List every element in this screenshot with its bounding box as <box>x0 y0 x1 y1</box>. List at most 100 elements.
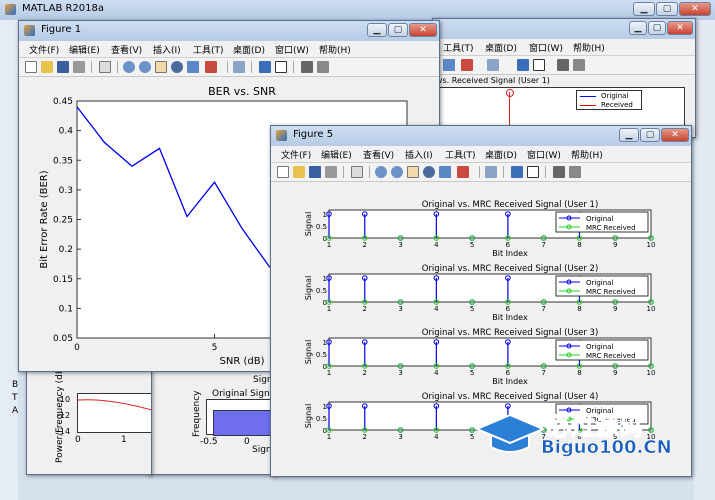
stem-xtick-label: 4 <box>434 369 439 377</box>
menu-tools[interactable]: 工具(T) <box>445 148 476 161</box>
received-close-button[interactable]: ✕ <box>667 21 693 35</box>
open-file-icon[interactable] <box>41 61 53 73</box>
stem-xtick-label: 4 <box>434 241 439 249</box>
legend-text-received: Received <box>601 101 633 109</box>
show-tools-icon[interactable] <box>317 61 329 73</box>
edit-plot-icon[interactable] <box>99 61 111 73</box>
menu-window[interactable]: 窗口(W) <box>527 148 561 161</box>
stem-title: Original vs. MRC Received Signal (User 2… <box>422 264 599 274</box>
print-icon[interactable] <box>73 61 85 73</box>
zoom-out-icon[interactable] <box>391 166 403 178</box>
stem-xtick-label: 10 <box>647 305 656 313</box>
menu-help[interactable]: 帮助(H) <box>573 41 605 54</box>
hide-tools-icon[interactable] <box>553 166 565 178</box>
data-cursor-icon[interactable] <box>439 166 451 178</box>
hide-tools-icon[interactable] <box>301 61 313 73</box>
menu-tools[interactable]: 工具(T) <box>193 43 224 56</box>
stem-legend-text-original: Original <box>586 343 613 351</box>
menu-edit[interactable]: 编辑(E) <box>321 148 352 161</box>
colorbar-icon[interactable] <box>517 59 529 71</box>
matlab-minimize-button[interactable]: ▁ <box>633 2 655 16</box>
menu-tools[interactable]: 工具(T) <box>443 41 474 54</box>
figure1-title: Figure 1 <box>41 24 82 35</box>
save-icon[interactable] <box>309 166 321 178</box>
menu-window[interactable]: 窗口(W) <box>275 43 309 56</box>
menu-edit[interactable]: 编辑(E) <box>69 43 100 56</box>
link-icon[interactable] <box>233 61 245 73</box>
psd-axes <box>77 393 151 433</box>
toolbar-separator <box>117 61 118 73</box>
new-figure-icon[interactable] <box>25 61 37 73</box>
toolbar-separator <box>369 166 370 178</box>
menu-desktop[interactable]: 桌面(D) <box>233 43 265 56</box>
colorbar-icon[interactable] <box>259 61 271 73</box>
stem-xtick-label: 5 <box>470 241 474 249</box>
figure5-maximize-button[interactable]: ▢ <box>640 128 660 142</box>
menu-view[interactable]: 查看(V) <box>363 148 394 161</box>
pan-icon[interactable] <box>155 61 167 73</box>
open-file-icon[interactable] <box>293 166 305 178</box>
legend-icon[interactable] <box>533 59 545 71</box>
watermark-url: Biguo100.CN <box>541 437 672 459</box>
legend-icon[interactable] <box>275 61 287 73</box>
hide-tools-icon[interactable] <box>557 59 569 71</box>
zoom-in-icon[interactable] <box>375 166 387 178</box>
figure1-minimize-button[interactable]: ▁ <box>367 23 387 37</box>
toolbar-separator <box>343 166 344 178</box>
show-tools-icon[interactable] <box>569 166 581 178</box>
stem-ylabel: Signal <box>304 340 313 365</box>
stem-legend-text-received: MRC Received <box>586 352 636 360</box>
figure-icon <box>276 130 287 141</box>
menu-insert[interactable]: 插入(I) <box>153 43 181 56</box>
received-maximize-button[interactable]: ▢ <box>648 21 666 35</box>
menu-help[interactable]: 帮助(H) <box>319 43 351 56</box>
figure1-close-button[interactable]: ✕ <box>409 23 437 37</box>
zoom-in-icon[interactable] <box>123 61 135 73</box>
menu-window[interactable]: 窗口(W) <box>529 41 563 54</box>
brush-icon[interactable] <box>457 166 469 178</box>
menu-help[interactable]: 帮助(H) <box>571 148 603 161</box>
figure5-minimize-button[interactable]: ▁ <box>619 128 639 142</box>
link-icon[interactable] <box>485 166 497 178</box>
rotate-icon[interactable] <box>423 166 435 178</box>
menu-file[interactable]: 文件(F) <box>29 43 59 56</box>
stem-xtick-label: 7 <box>541 305 545 313</box>
stem-xtick-label: 5 <box>470 305 474 313</box>
received-minimize-button[interactable]: ▁ <box>629 21 647 35</box>
link-icon[interactable] <box>487 59 499 71</box>
ber-title: BER vs. SNR <box>208 85 276 98</box>
legend-icon[interactable] <box>527 166 539 178</box>
toolbar-separator <box>479 166 480 178</box>
zoom-out-icon[interactable] <box>139 61 151 73</box>
data-cursor-icon[interactable] <box>443 59 455 71</box>
menu-view[interactable]: 查看(V) <box>111 43 142 56</box>
show-tools-icon[interactable] <box>573 59 585 71</box>
brush-icon[interactable] <box>205 61 217 73</box>
matlab-maximize-button[interactable]: ▢ <box>656 2 678 16</box>
stem-xtick-label: 8 <box>577 369 581 377</box>
pan-icon[interactable] <box>407 166 419 178</box>
edit-plot-icon[interactable] <box>351 166 363 178</box>
new-figure-icon[interactable] <box>277 166 289 178</box>
stem-xtick-label: 1 <box>327 241 331 249</box>
menu-desktop[interactable]: 桌面(D) <box>485 41 517 54</box>
figure1-toolbar <box>19 58 439 77</box>
rotate-icon[interactable] <box>171 61 183 73</box>
data-cursor-icon[interactable] <box>187 61 199 73</box>
print-icon[interactable] <box>325 166 337 178</box>
matlab-close-button[interactable]: ✕ <box>679 2 711 16</box>
ber-ytick-label: 0.2 <box>59 245 73 255</box>
figure5-close-button[interactable]: ✕ <box>661 128 689 142</box>
menu-insert[interactable]: 插入(I) <box>405 148 433 161</box>
save-icon[interactable] <box>57 61 69 73</box>
colorbar-icon[interactable] <box>511 166 523 178</box>
figure1-maximize-button[interactable]: ▢ <box>388 23 408 37</box>
figure5-title: Figure 5 <box>293 129 334 140</box>
stem-ytick-label: 0.5 <box>316 223 327 231</box>
menu-desktop[interactable]: 桌面(D) <box>485 148 517 161</box>
menu-file[interactable]: 文件(F) <box>281 148 311 161</box>
matlab-titlebar: MATLAB R2018a ▁ ▢ ✕ <box>0 0 715 20</box>
histogram-bar <box>213 410 276 436</box>
brush-icon[interactable] <box>461 59 473 71</box>
stem-xtick-label: 10 <box>647 241 656 249</box>
